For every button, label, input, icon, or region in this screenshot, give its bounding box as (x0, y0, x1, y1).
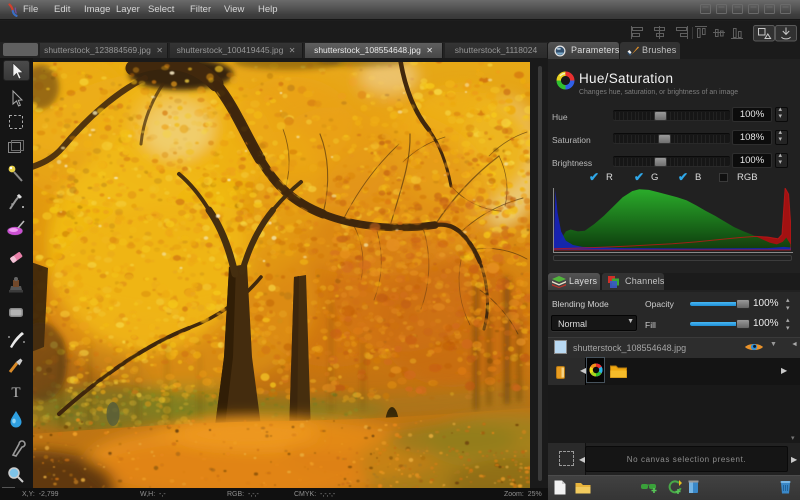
svg-text:T: T (11, 385, 20, 401)
